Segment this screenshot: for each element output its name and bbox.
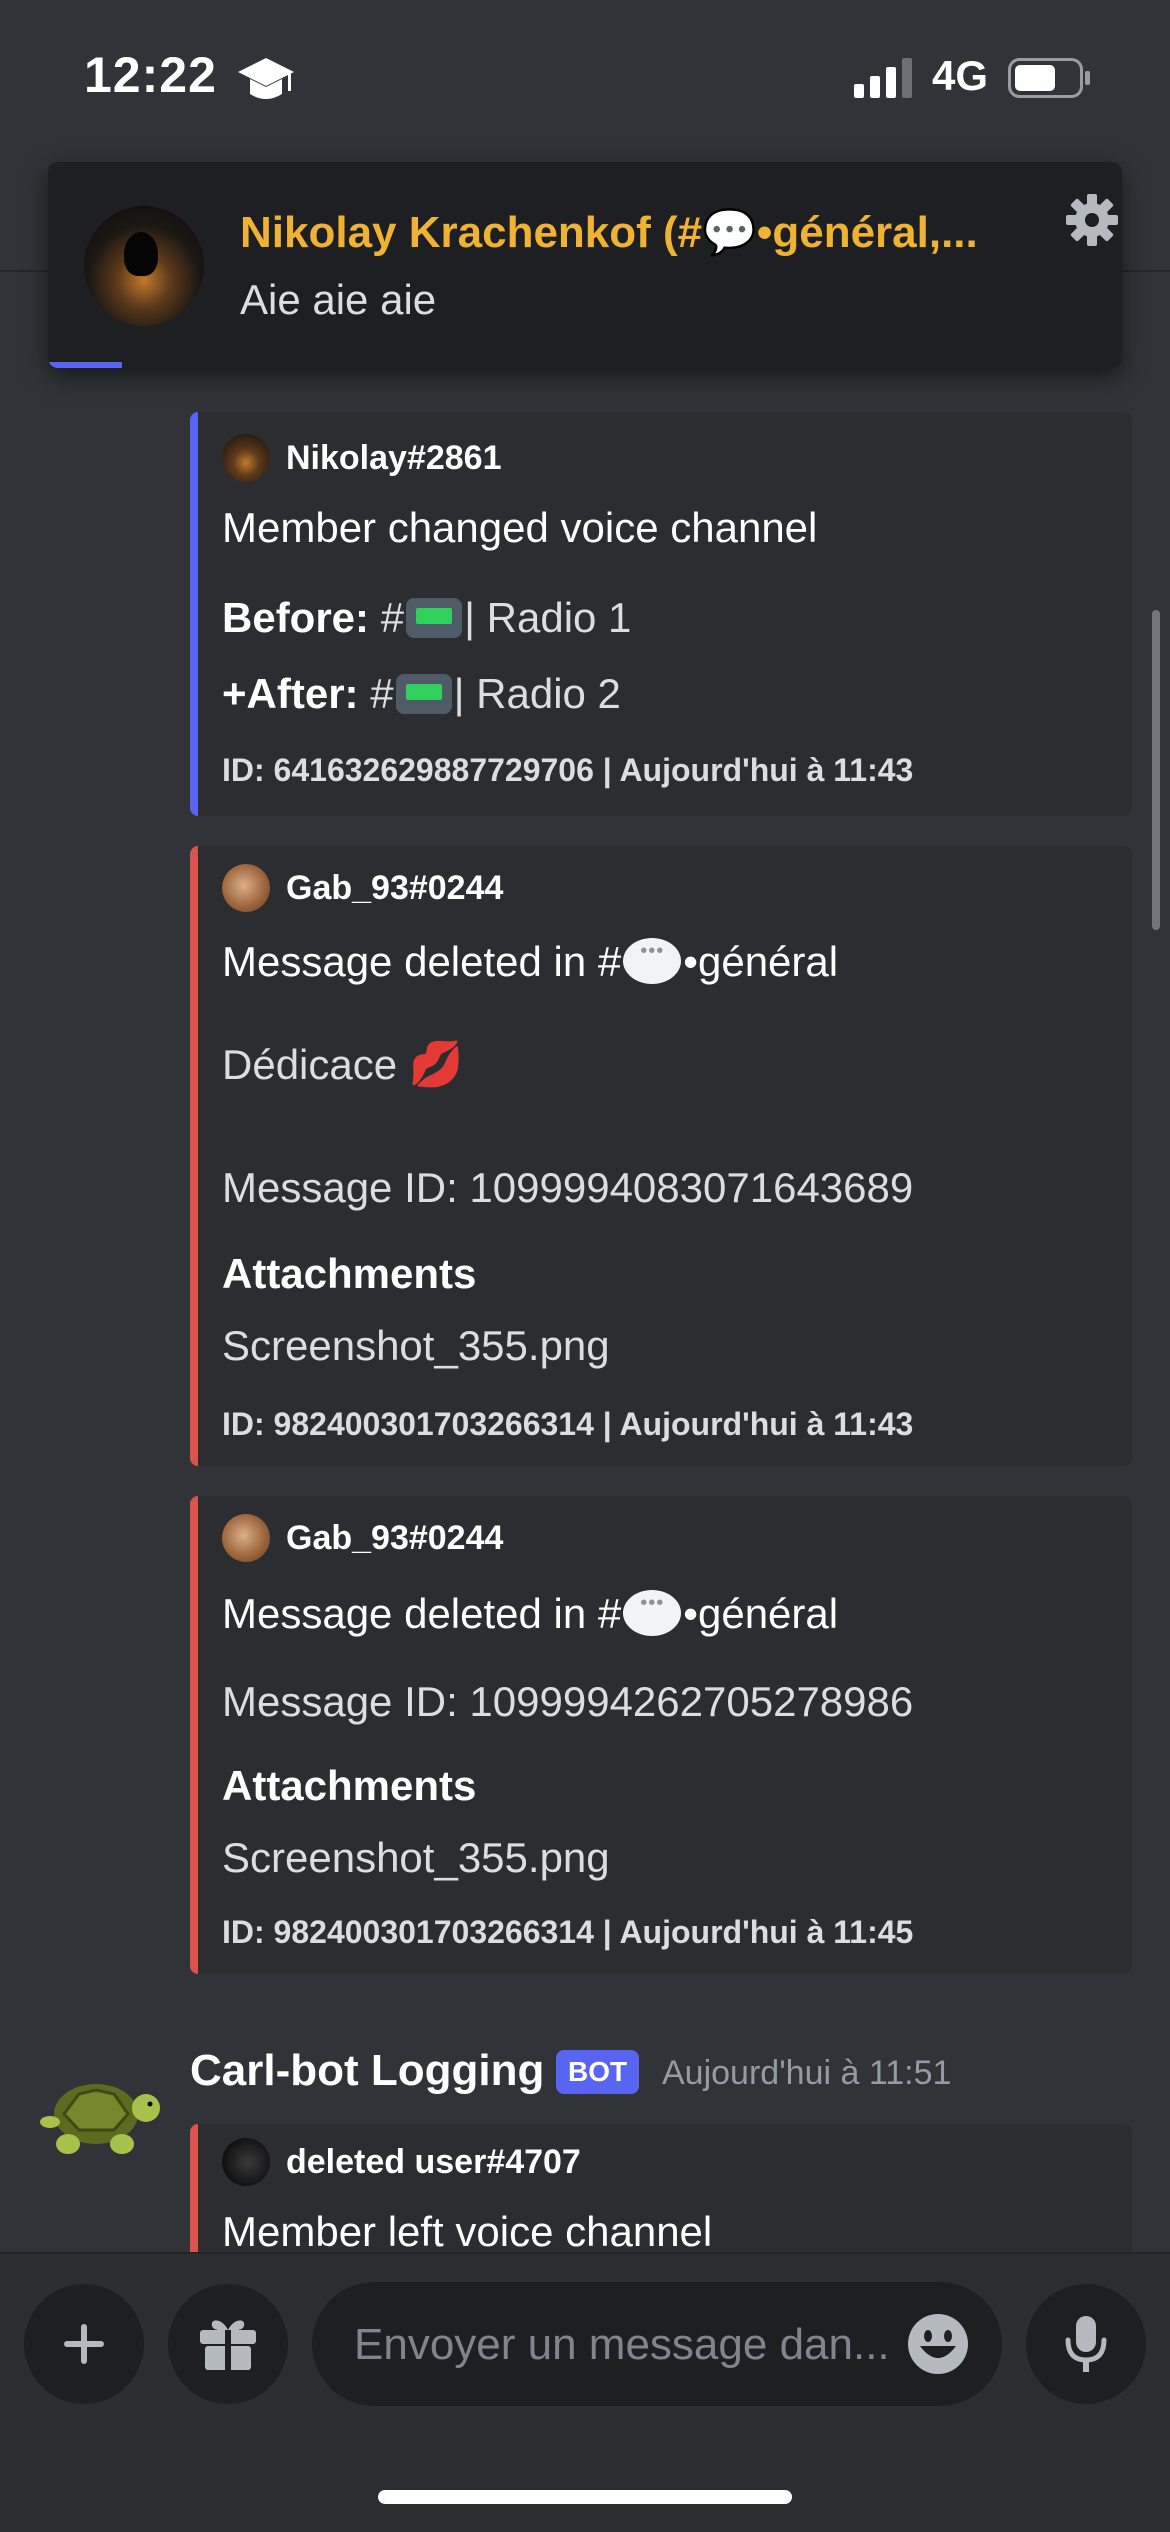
notification-progress	[48, 362, 122, 368]
embed-author: Gab_93#0244	[222, 1514, 503, 1562]
before-channel: | Radio 1	[464, 594, 632, 641]
avatar	[222, 864, 270, 912]
embed-title: Message deleted in #•général	[222, 938, 838, 986]
embed-message-id: Message ID: 1099994083071643689	[222, 1164, 914, 1211]
embed-author: Gab_93#0244	[222, 864, 503, 912]
channel-hash: #	[370, 670, 394, 717]
avatar	[222, 1514, 270, 1562]
embed-author-name: Gab_93#0244	[286, 1518, 504, 1557]
embed-content: Dédicace 💋	[222, 1040, 464, 1089]
embed-footer: ID: 982400301703266314 | Aujourd'hui à 1…	[222, 1406, 914, 1442]
attachments-label: Attachments	[222, 1250, 477, 1297]
bot-badge: BOT	[556, 2050, 640, 2094]
embed-author: Nikolay#2861	[222, 434, 502, 482]
attachment-filename: Screenshot_355.png	[222, 1322, 610, 1369]
message-input[interactable]: Envoyer un message dan...	[312, 2282, 1002, 2406]
embed-message-deleted: Gab_93#0244 Message deleted in #•général…	[190, 846, 1132, 1466]
kiss-mark-icon: 💋	[408, 1040, 464, 1089]
speech-balloon-icon	[623, 938, 682, 984]
emoji-icon[interactable]	[906, 2312, 970, 2376]
embed-author-name: deleted user#4707	[286, 2142, 581, 2181]
microphone-icon	[1065, 2316, 1107, 2372]
embed-author: deleted user#4707	[222, 2138, 581, 2186]
embed-message-deleted: Gab_93#0244 Message deleted in #•général…	[190, 1496, 1132, 1974]
status-bar: 12:22 4G	[0, 0, 1170, 160]
message-timestamp: Aujourd'hui à 11:51	[662, 2054, 952, 2092]
avatar	[222, 434, 270, 482]
gift-icon	[200, 2320, 256, 2370]
after-channel: | Radio 2	[453, 670, 621, 717]
pager-icon	[406, 598, 463, 638]
before-label: Before:	[222, 594, 370, 641]
embed-author-name: Gab_93#0244	[286, 868, 504, 907]
notification-banner[interactable]: Nikolay Krachenkof (#💬•général,... Aie a…	[48, 162, 1122, 368]
notification-text: Aie aie aie	[240, 276, 437, 323]
scrollbar[interactable]	[1152, 610, 1160, 930]
embed-before-line: Before: # | Radio 1	[222, 594, 631, 642]
pager-icon	[395, 674, 452, 714]
attachments-label: Attachments	[222, 1762, 477, 1809]
embed-voice-change: Nikolay#2861 Member changed voice channe…	[190, 412, 1132, 816]
embed-after-line: +After: # | Radio 2	[222, 670, 621, 718]
avatar	[222, 2138, 270, 2186]
embed-title: Member changed voice channel	[222, 504, 818, 551]
add-attachment-button[interactable]	[24, 2284, 144, 2404]
speech-balloon-icon	[623, 1590, 682, 1636]
embed-author-name: Nikolay#2861	[286, 438, 502, 477]
channel-hash: #	[380, 594, 405, 641]
avatar	[84, 206, 204, 326]
voice-message-button[interactable]	[1026, 2284, 1146, 2404]
graduation-cap-icon	[238, 58, 294, 99]
embed-message-id: Message ID: 1099994262705278986	[222, 1678, 914, 1725]
gear-icon[interactable]	[1064, 192, 1120, 248]
attachment-filename: Screenshot_355.png	[222, 1834, 610, 1881]
cellular-signal-icon	[854, 58, 912, 98]
network-type: 4G	[932, 52, 989, 99]
embed-footer: ID: 982400301703266314 | Aujourd'hui à 1…	[222, 1914, 914, 1950]
status-time: 12:22	[84, 47, 217, 103]
bot-username[interactable]: Carl-bot Logging	[190, 2046, 544, 2096]
message-input-placeholder: Envoyer un message dan...	[354, 2320, 890, 2369]
gift-button[interactable]	[168, 2284, 288, 2404]
turtle-avatar-icon[interactable]	[34, 2060, 164, 2170]
embed-title: Member left voice channel	[222, 2208, 713, 2255]
home-indicator[interactable]	[378, 2490, 792, 2504]
battery-icon	[1008, 58, 1090, 98]
notification-title: Nikolay Krachenkof (#💬•général,...	[240, 208, 978, 257]
embed-title: Message deleted in #•général	[222, 1590, 838, 1638]
embed-footer: ID: 641632629887729706 | Aujourd'hui à 1…	[222, 752, 914, 788]
plus-icon	[64, 2324, 104, 2364]
after-label: +After:	[222, 670, 359, 717]
